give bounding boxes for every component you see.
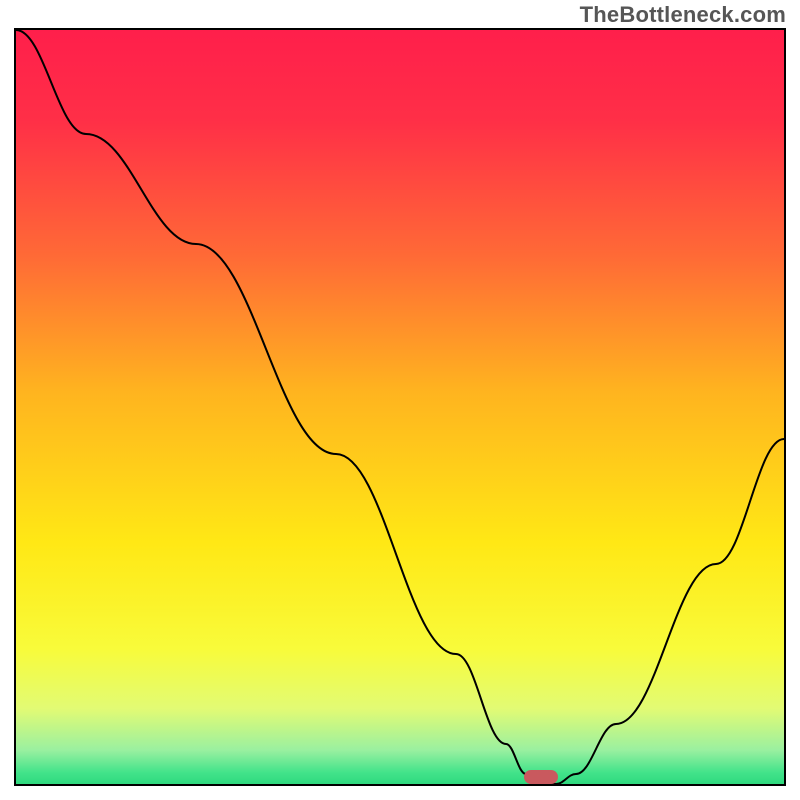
chart-frame	[14, 28, 786, 786]
optimal-marker	[524, 770, 558, 784]
bottleneck-chart	[16, 30, 784, 784]
watermark-text: TheBottleneck.com	[580, 2, 786, 28]
chart-background	[16, 30, 784, 784]
